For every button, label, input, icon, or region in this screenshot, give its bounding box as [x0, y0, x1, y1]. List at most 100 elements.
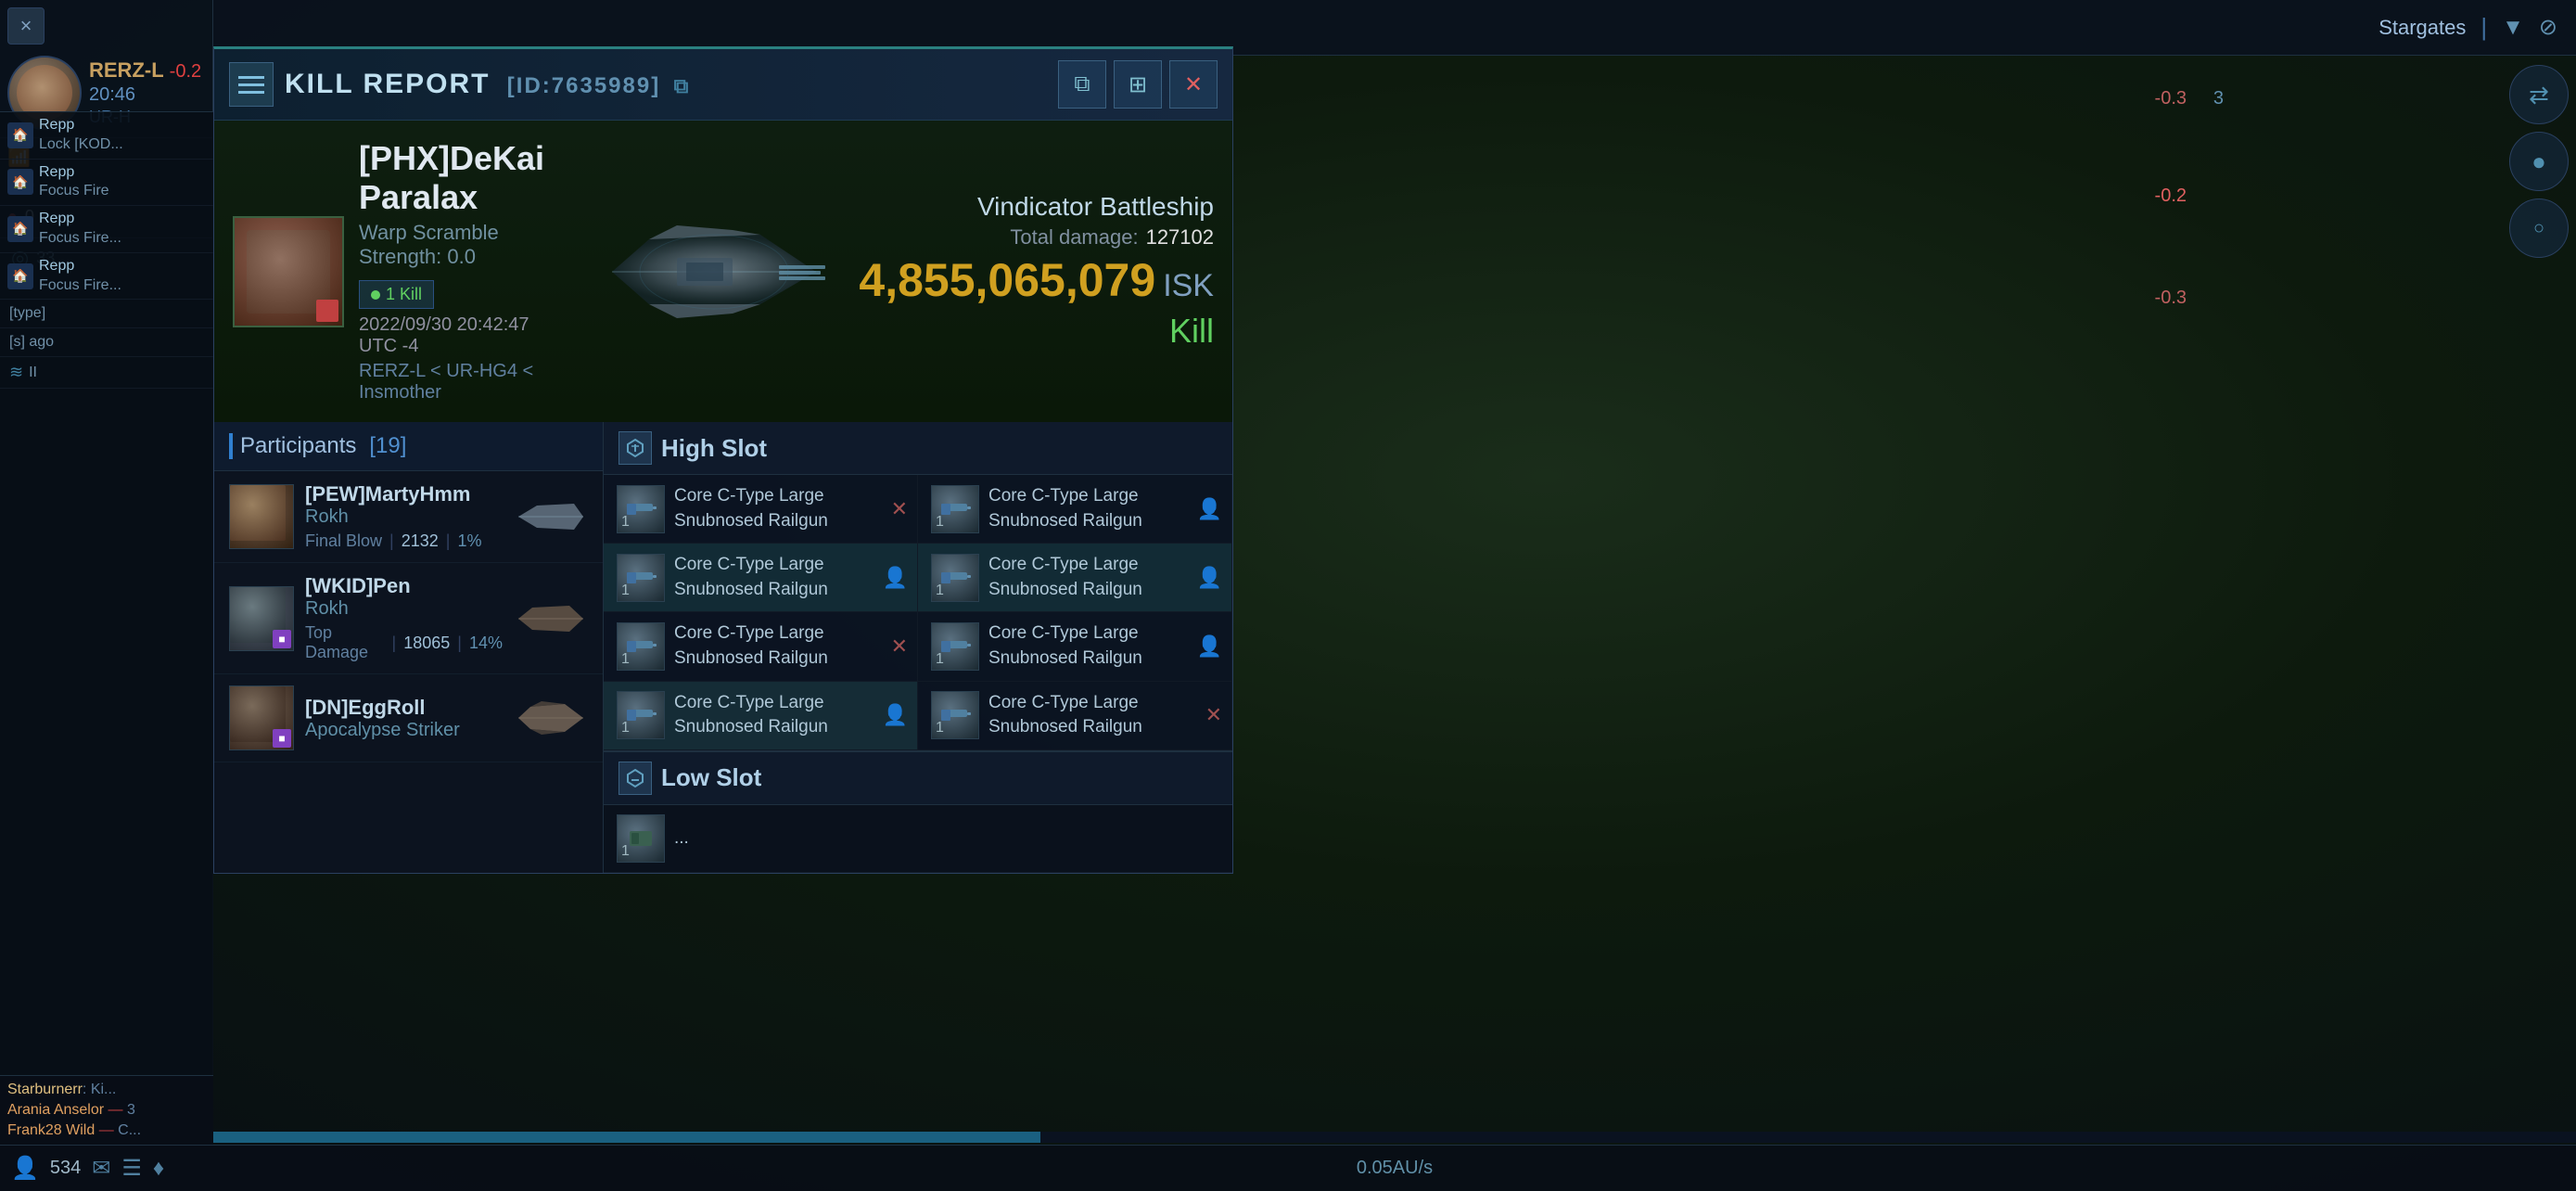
participant-ship-1: Rokh [305, 506, 503, 528]
participant-info-3: [DN]EggRoll Apocalypse Striker [305, 696, 503, 741]
participants-title: Participants [240, 433, 356, 459]
final-blow-value: 2132 [402, 531, 439, 551]
copy-button[interactable]: ⧉ [1058, 60, 1106, 109]
slot-item-icon-8: 1 [931, 691, 979, 739]
chat-area: 🏠 Repp Lock [KOD... 🏠 Repp Focus Fire 🏠 … [0, 111, 213, 1191]
ship-img-1 [514, 498, 588, 535]
bottom-icons: 👤 534 ✉ ☰ ♦ [0, 1145, 213, 1191]
slot-qty-2: 1 [936, 514, 944, 531]
station-icon: ○ [2533, 218, 2544, 239]
close-icon: × [20, 14, 32, 38]
slot-item-5[interactable]: 1 Core C-Type LargeSnubnosed Railgun ✕ [604, 612, 918, 681]
menu-button[interactable] [229, 62, 274, 107]
slot-name-5: Core C-Type LargeSnubnosed Railgun [674, 621, 828, 671]
warp-icon: ⇄ [2529, 81, 2549, 109]
kill-dot [371, 290, 380, 300]
isk-row: 4,855,065,079 ISK [859, 257, 1214, 304]
security-status: -0.2 [170, 61, 201, 83]
progress-bar-fill [213, 1132, 1040, 1143]
slot-item-2[interactable]: 1 Core C-Type LargeSnubnosed Railgun 👤 [918, 475, 1232, 544]
high-slot-header: High Slot [604, 422, 1232, 475]
export-btn-icon: ⊞ [1129, 71, 1147, 98]
menu-line-2 [238, 83, 264, 86]
copy-icon[interactable]: ⧉ [674, 74, 691, 97]
isk-label: ISK [1163, 268, 1214, 304]
low-slot-header: Low Slot [604, 752, 1232, 805]
damage-value: 127102 [1146, 225, 1214, 250]
chat-icon-3: 🏠 [7, 216, 33, 242]
participant-badge-3: ■ [273, 729, 291, 748]
slot-qty-1: 1 [621, 514, 630, 531]
participant-name-1: [PEW]MartyHmm [305, 482, 503, 506]
ship-img-3 [514, 699, 588, 736]
slot-item-1[interactable]: 1 Core C-Type LargeSnubnosed Railgun ✕ [604, 475, 918, 544]
slot-item-3[interactable]: 1 Core C-Type LargeSnubnosed Railgun 👤 [604, 544, 918, 612]
slot-item-8[interactable]: 1 Core C-Type LargeSnubnosed Railgun ✕ [918, 682, 1232, 750]
chat-entry-3: 🏠 Repp Focus Fire... [0, 206, 213, 253]
sidebar: × RERZ-L -0.2 20:46 UR-H 📶 ● 0 ● 0 ◎ [0, 0, 213, 1191]
participants-panel: Participants [19] [PEW]MartyHmm Rokh Fin… [214, 422, 604, 873]
stargates-label: Stargates [2378, 16, 2466, 40]
chat-entry-1: 🏠 Repp Lock [KOD... [0, 112, 213, 160]
slot-item-4[interactable]: 1 Core C-Type LargeSnubnosed Railgun 👤 [918, 544, 1232, 612]
ship-svg [593, 211, 835, 332]
participant-count: [19] [369, 433, 406, 459]
participant-entry-2[interactable]: ■ [WKID]Pen Rokh Top Damage | 18065 | 14… [214, 563, 603, 674]
kill-tag: 1 Kill [359, 280, 434, 309]
ship-image [584, 198, 844, 346]
slot-item-7[interactable]: 1 Core C-Type LargeSnubnosed Railgun 👤 [604, 682, 918, 750]
victim-warp-scramble: Warp Scramble Strength: 0.0 [359, 221, 569, 269]
damage-label: Total damage: [1010, 225, 1138, 250]
filter-icon[interactable]: ▼ [2502, 15, 2524, 41]
top-damage-pct: 14% [469, 634, 503, 653]
kill-stats: Vindicator Battleship Total damage: 1271… [859, 192, 1214, 351]
bottom-bar: 0.05AU/s [213, 1145, 2576, 1191]
final-blow-pct: 1% [457, 531, 481, 551]
sec-label-1: -0.3 [2155, 88, 2187, 109]
slot-item-icon-2: 1 [931, 485, 979, 533]
export-button[interactable]: ⊞ [1114, 60, 1162, 109]
map-number: 3 [2213, 88, 2224, 109]
participants-header: Participants [19] [214, 422, 603, 471]
slot-qty-7: 1 [621, 720, 630, 736]
victim-avatar [233, 216, 344, 327]
slot-item-icon-1: 1 [617, 485, 665, 533]
person-icon: 👤 [11, 1155, 39, 1182]
close-btn-icon: ✕ [1184, 71, 1203, 98]
participant-avatar-3: ■ [229, 685, 294, 750]
participant-stats-1: Final Blow | 2132 | 1% [305, 531, 503, 551]
station-icon-btn[interactable]: ○ [2509, 198, 2569, 258]
slot-name-1: Core C-Type LargeSnubnosed Railgun [674, 484, 828, 533]
chat-entry-6: [s] ago [0, 328, 213, 357]
slot-status-1: ✕ [891, 497, 908, 521]
slot-status-7: 👤 [883, 703, 908, 727]
slot-status-6: 👤 [1197, 634, 1222, 659]
participant-entry-3[interactable]: ■ [DN]EggRoll Apocalypse Striker [214, 674, 603, 762]
slot-item-6[interactable]: 1 Core C-Type LargeSnubnosed Railgun 👤 [918, 612, 1232, 681]
slot-name-4: Core C-Type LargeSnubnosed Railgun [988, 553, 1142, 602]
speaker-icon[interactable]: ♦ [153, 1156, 164, 1182]
chat-entry-2: 🏠 Repp Focus Fire [0, 160, 213, 207]
chat-icon-1: 🏠 [7, 122, 33, 148]
modal-title: KILL REPORT [ID:7635989] ⧉ [285, 69, 1047, 100]
slot-qty-6: 1 [936, 651, 944, 668]
planet-icon-btn[interactable]: ● [2509, 132, 2569, 191]
low-slot-icon [618, 762, 652, 795]
warp-icon-btn[interactable]: ⇄ [2509, 65, 2569, 124]
equipment-panel: High Slot 1 Core C-Type La [604, 422, 1232, 873]
close-modal-button[interactable]: ✕ [1169, 60, 1218, 109]
chat-text-3: Repp Focus Fire... [39, 210, 121, 249]
kill-report-modal: KILL REPORT [ID:7635989] ⧉ ⧉ ⊞ ✕ [PHX]De… [213, 46, 1233, 874]
participant-entry-1[interactable]: [PEW]MartyHmm Rokh Final Blow | 2132 | 1… [214, 471, 603, 563]
sidebar-close-button[interactable]: × [7, 7, 45, 45]
chat-text-2: Repp Focus Fire [39, 163, 109, 202]
low-slot-title: Low Slot [661, 763, 761, 792]
low-slot-icon-1: 1 [617, 814, 665, 863]
header-bar [229, 433, 233, 459]
player-name: RERZ-L [89, 58, 164, 83]
low-slot-item-partial: 1 ... [604, 805, 1232, 873]
calendar-icon[interactable]: ☰ [121, 1155, 142, 1182]
mail-icon[interactable]: ✉ [92, 1155, 110, 1182]
funnel-icon[interactable]: ⊘ [2539, 14, 2557, 41]
ship-class-name: Vindicator [977, 192, 1092, 222]
